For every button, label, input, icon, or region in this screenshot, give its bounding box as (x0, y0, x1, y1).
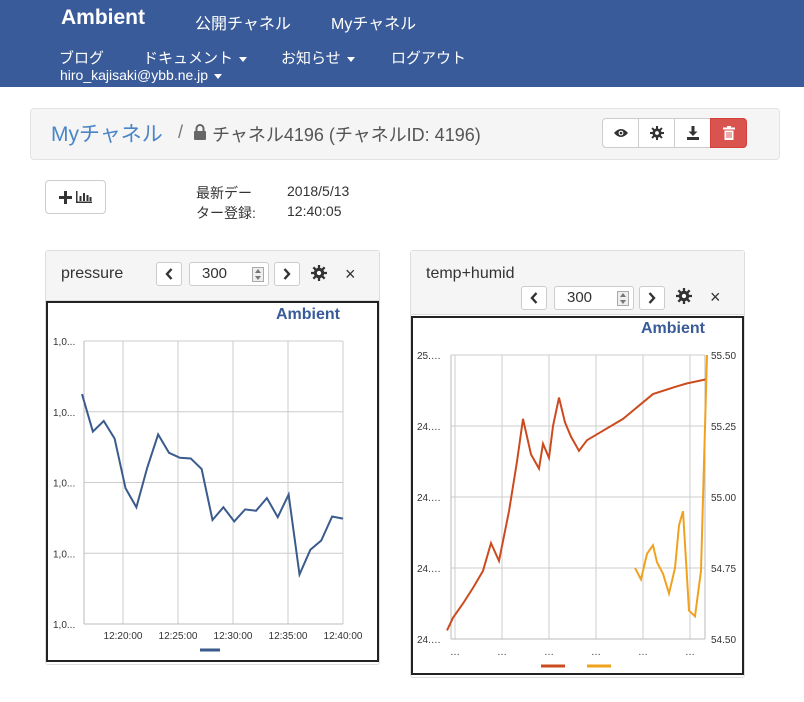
nav-blog[interactable]: ブログ (59, 47, 104, 68)
nav-news-dropdown[interactable]: お知らせ (281, 47, 355, 68)
breadcrumb-my-channels-link[interactable]: Myチャネル (51, 118, 163, 148)
chevron-left-icon (165, 268, 173, 280)
page-title: チャネル4196 (チャネルID: 4196) (212, 125, 481, 145)
series-line-humid (634, 354, 708, 619)
next-page-button[interactable] (639, 286, 665, 310)
nav-logout[interactable]: ログアウト (391, 47, 466, 68)
x-tick-label: … (450, 647, 460, 658)
y-tick-label: 1,0... (53, 408, 75, 419)
close-icon[interactable]: × (345, 264, 356, 285)
data-count-input[interactable]: 300 (554, 286, 634, 310)
chart-area-pressure: Ambient 1,0... 1,0... 1,0... 1,0... 1,0... 12… (46, 301, 379, 662)
chevron-right-icon (648, 292, 656, 304)
x-tick-label: … (591, 647, 601, 658)
add-chart-button[interactable] (45, 180, 106, 214)
chevron-down-icon (346, 56, 355, 62)
series-line-pressure (81, 393, 344, 579)
y-left-tick-label: 24.… (417, 493, 441, 504)
panel-header: pressure 300 × (46, 251, 379, 301)
x-tick-label: 12:30:00 (214, 631, 253, 642)
panel-title: pressure (61, 265, 124, 282)
y-tick-label: 1,0... (53, 337, 75, 348)
gear-icon[interactable] (311, 265, 327, 281)
x-tick-label: 12:20:00 (104, 631, 143, 642)
y-left-tick-label: 24.… (417, 422, 441, 433)
view-button[interactable] (602, 118, 639, 148)
x-tick-label: … (497, 647, 507, 658)
chart-area-temp-humid: Ambient 25.… 55.50 24.… 55.25 24.… 55.00 24.… 5… (411, 316, 744, 675)
prev-page-button[interactable] (521, 286, 547, 310)
y-left-tick-label: 24.… (417, 635, 441, 646)
channel-toolbar (602, 118, 747, 148)
x-tick-label: … (685, 647, 695, 658)
panel-header: temp+humid 300 × (411, 251, 744, 315)
trash-icon (722, 126, 735, 140)
nav-docs-dropdown[interactable]: ドキュメント (143, 47, 248, 68)
y-left-tick-label: 24.… (417, 564, 441, 575)
stepper-icon[interactable] (617, 291, 629, 306)
chevron-down-icon (214, 73, 223, 79)
breadcrumb-separator: / (178, 122, 184, 142)
pressure-chart: 1,0... 1,0... 1,0... 1,0... 1,0... 12:20:00 12… (53, 337, 363, 652)
bar-chart-icon (76, 191, 92, 203)
chevron-left-icon (530, 292, 538, 304)
latest-data-time: 12:40:05 (287, 203, 342, 219)
nav-docs-label: ドキュメント (143, 50, 234, 67)
settings-button[interactable] (638, 118, 675, 148)
y-right-tick-label: 55.25 (711, 422, 736, 433)
nav-public-channels[interactable]: 公開チャネル (195, 10, 291, 34)
x-tick-label: 12:35:00 (269, 631, 308, 642)
y-left-tick-label: 25.… (417, 351, 441, 362)
close-icon[interactable]: × (710, 287, 721, 308)
chevron-right-icon (283, 268, 291, 280)
gear-icon[interactable] (676, 288, 692, 304)
y-right-tick-label: 54.75 (711, 564, 736, 575)
y-tick-label: 1,0... (53, 549, 75, 560)
nav-news-label: お知らせ (281, 50, 341, 67)
download-icon (686, 126, 699, 140)
x-tick-label: … (638, 647, 648, 658)
x-tick-label: 12:25:00 (159, 631, 198, 642)
temp-humid-chart: 25.… 55.50 24.… 55.25 24.… 55.00 24.… 54.75 24.…… (417, 351, 736, 668)
y-tick-label: 1,0... (53, 620, 75, 631)
chevron-down-icon (239, 56, 248, 62)
nav-my-channels[interactable]: Myチャネル (331, 10, 416, 34)
delete-button[interactable] (710, 118, 747, 148)
data-count-value: 300 (567, 289, 593, 306)
y-right-tick-label: 55.50 (711, 351, 736, 362)
panel-title: temp+humid (426, 265, 515, 282)
breadcrumb: Myチャネル / チャネル4196 (チャネルID: 4196) (30, 108, 780, 160)
chart-panel-temp-humid: temp+humid 300 × Ambient 25.… 55.50 24.… 55… (410, 250, 745, 678)
download-button[interactable] (674, 118, 711, 148)
navbar: Ambient 公開チャネル Myチャネル ブログ ドキュメント お知らせ ログ… (0, 0, 804, 87)
latest-data-label-line2: ター登録: (196, 205, 256, 221)
brand-logo[interactable]: Ambient (61, 6, 145, 30)
latest-data-label-line1: 最新デー (196, 185, 252, 201)
data-count-input[interactable]: 300 (189, 262, 269, 286)
x-tick-label: … (544, 647, 554, 658)
eye-icon (613, 129, 628, 137)
gear-icon (649, 126, 664, 140)
user-dropdown[interactable]: hiro_kajisaki@ybb.ne.jp (60, 67, 223, 83)
chart-panel-pressure: pressure 300 × Ambient 1,0... 1,0... 1,0..… (45, 250, 380, 665)
user-email: hiro_kajisaki@ybb.ne.jp (60, 67, 209, 83)
plus-icon (59, 190, 72, 204)
lock-icon (193, 124, 207, 145)
y-right-tick-label: 55.00 (711, 493, 736, 504)
y-right-tick-label: 54.50 (711, 635, 736, 646)
x-tick-label: 12:40:00 (324, 631, 363, 642)
next-page-button[interactable] (274, 262, 300, 286)
data-count-value: 300 (202, 265, 228, 282)
stepper-icon[interactable] (252, 267, 264, 282)
y-tick-label: 1,0... (53, 479, 75, 490)
prev-page-button[interactable] (156, 262, 182, 286)
latest-data-date: 2018/5/13 (287, 183, 350, 199)
